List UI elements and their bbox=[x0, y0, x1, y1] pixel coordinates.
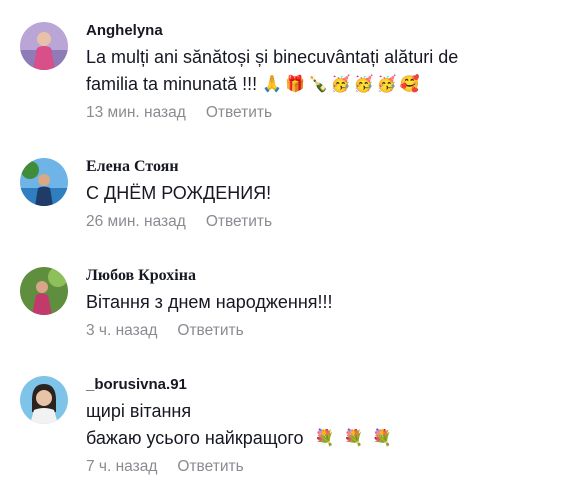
comment-text: Вітання з днем народження!!! bbox=[86, 289, 573, 316]
champagne-emoji: 🍾 bbox=[307, 76, 328, 93]
avatar[interactable] bbox=[20, 376, 68, 424]
comment-line: бажаю усього найкращого bbox=[86, 428, 304, 448]
reply-button[interactable]: Ответить bbox=[177, 322, 243, 339]
bouquet-emoji: 💐 bbox=[343, 430, 364, 447]
comment-text: щирі вітання бажаю усього найкращого 💐 💐 💐 bbox=[86, 398, 573, 452]
avatar[interactable] bbox=[20, 267, 68, 315]
bouquet-emoji: 💐 bbox=[314, 430, 335, 447]
folded-hands-emoji: 🙏 bbox=[262, 76, 283, 93]
bouquet-emoji: 💐 bbox=[372, 430, 393, 447]
comment-author[interactable]: Любов Крохіна bbox=[86, 267, 573, 285]
reply-button[interactable]: Ответить bbox=[177, 458, 243, 475]
comment-line-wrap: бажаю усього найкращого 💐 💐 💐 bbox=[86, 425, 573, 452]
comment-timestamp: 7 ч. назад bbox=[86, 458, 158, 475]
comment-timestamp: 3 ч. назад bbox=[86, 322, 158, 339]
reply-button[interactable]: Ответить bbox=[206, 213, 272, 230]
avatar[interactable] bbox=[20, 158, 68, 206]
comment-line: С ДНЁМ РОЖДЕНИЯ! bbox=[86, 183, 272, 203]
comment-text: С ДНЁМ РОЖДЕНИЯ! bbox=[86, 180, 573, 207]
comment-line: familia ta minunată !!! bbox=[86, 74, 258, 94]
comment-author[interactable]: _borusivna.91 bbox=[86, 376, 573, 394]
comment-meta: 3 ч. назад Ответить bbox=[86, 322, 573, 340]
comment-author[interactable]: Елена Стоян bbox=[86, 158, 573, 176]
comment-meta: 13 мин. назад Ответить bbox=[86, 104, 573, 122]
smiling-face-hearts-emoji: 🥰 bbox=[399, 76, 420, 93]
avatar[interactable] bbox=[20, 22, 68, 70]
comment-line: La mulți ani sănătoși și binecuvântați a… bbox=[86, 47, 459, 67]
partying-face-emoji: 🥳 bbox=[376, 76, 397, 93]
reply-button[interactable]: Ответить bbox=[206, 104, 272, 121]
comment-timestamp: 13 мин. назад bbox=[86, 104, 186, 121]
gift-emoji: 🎁 bbox=[285, 76, 305, 93]
comment-text: La mulți ani sănătoși și binecuvântați a… bbox=[86, 44, 573, 98]
comment-line: Вітання з днем народження!!! bbox=[86, 292, 333, 312]
partying-face-emoji: 🥳 bbox=[353, 76, 374, 93]
partying-face-emoji: 🥳 bbox=[330, 76, 351, 93]
comment-line-wrap: familia ta minunată !!! 🙏 🎁 🍾 🥳 🥳 🥳 🥰 bbox=[86, 71, 573, 98]
comment-author[interactable]: Anghelyna bbox=[86, 22, 573, 40]
comment-line: щирі вітання bbox=[86, 401, 192, 421]
comment-meta: 7 ч. назад Ответить bbox=[86, 458, 573, 476]
comment-meta: 26 мин. назад Ответить bbox=[86, 213, 573, 231]
comment-timestamp: 26 мин. назад bbox=[86, 213, 186, 230]
